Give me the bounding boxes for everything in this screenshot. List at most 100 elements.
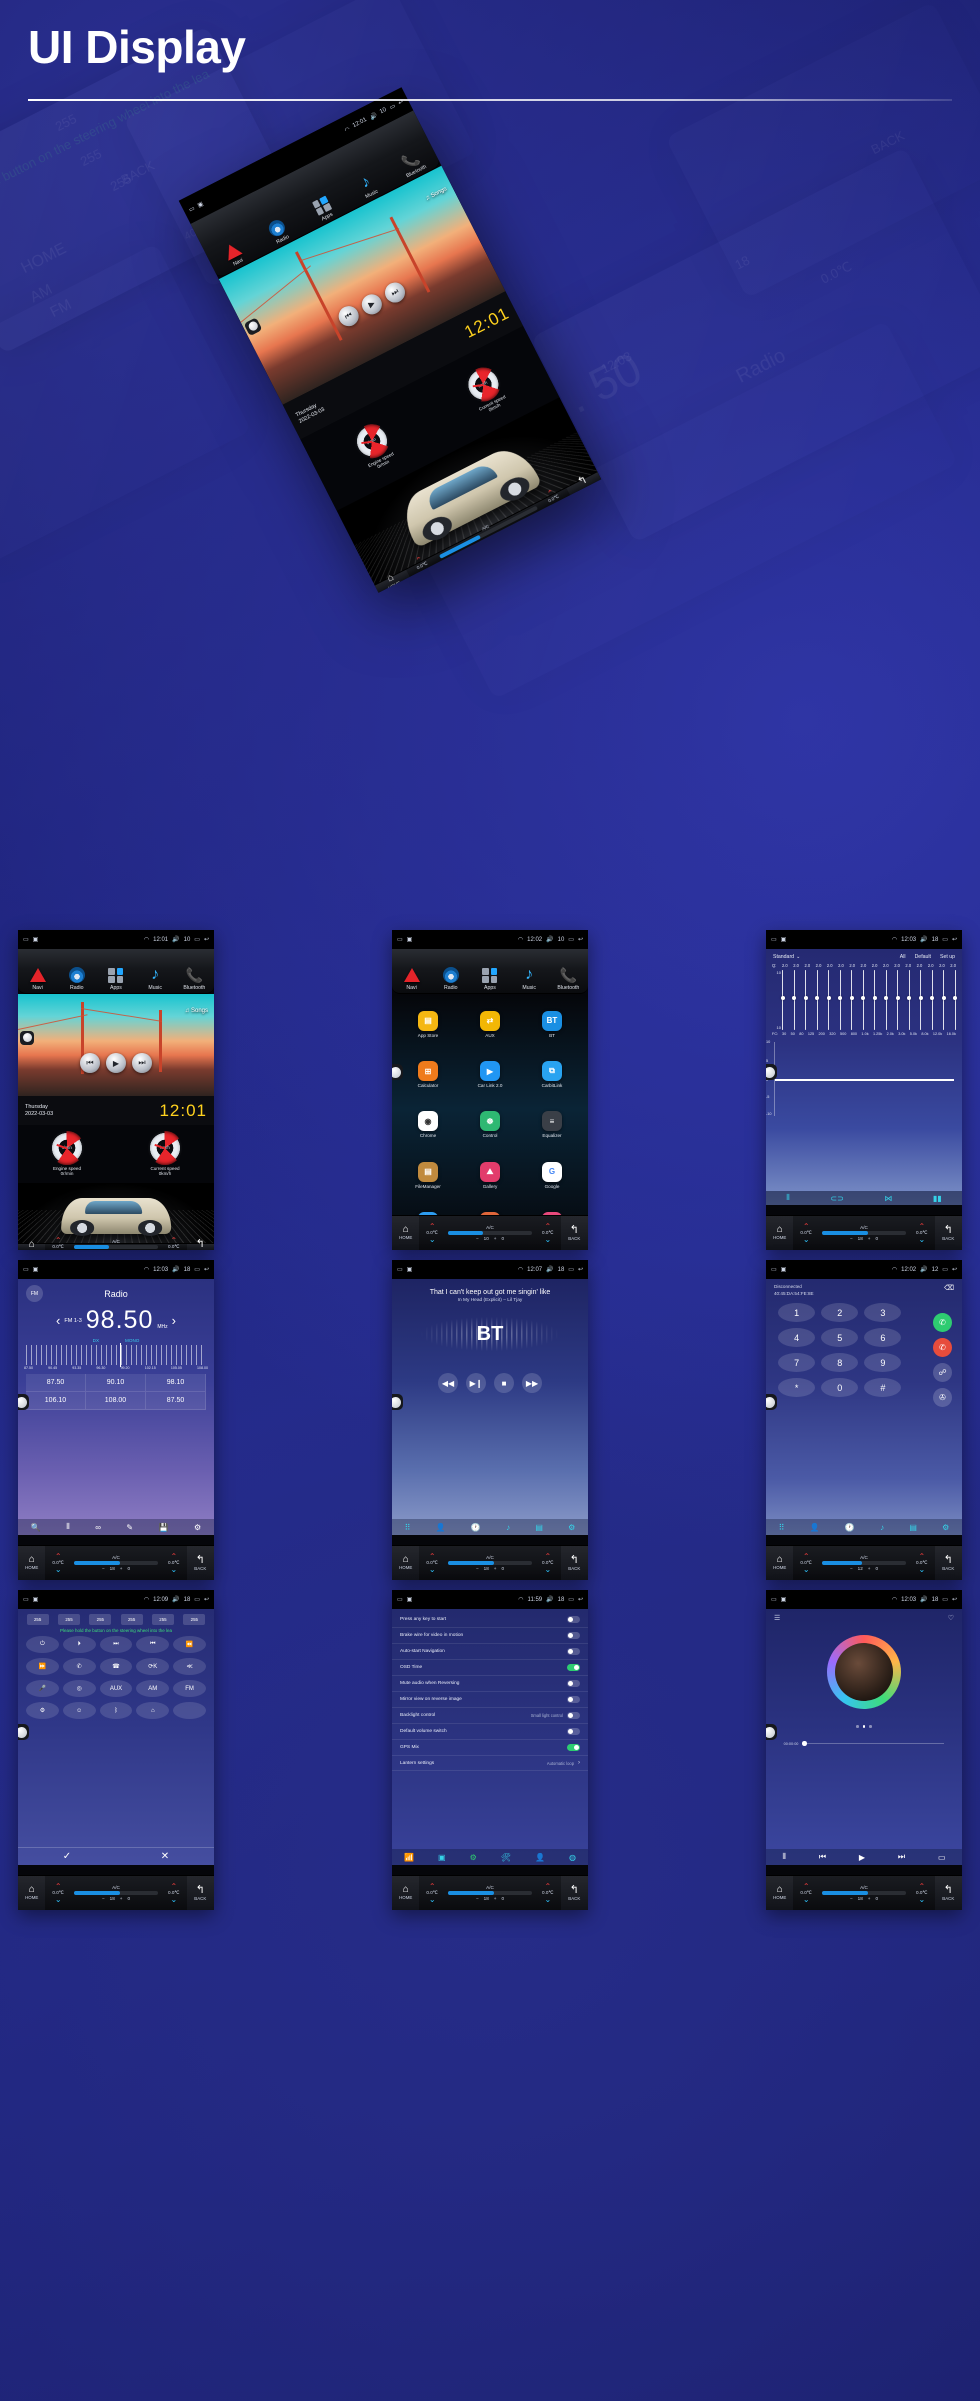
swc-key-mode[interactable]: ⟳K (136, 1658, 170, 1676)
left-temperature[interactable]: ⌃0.0℃⌄ (793, 1552, 818, 1573)
prev-button[interactable]: ⏮ (80, 1053, 100, 1074)
eq-slider[interactable] (826, 970, 831, 1031)
heart-icon[interactable]: ♡ (948, 1614, 954, 1622)
search-icon[interactable]: 🔍 (31, 1523, 41, 1532)
loop-icon[interactable]: ∞ (95, 1523, 101, 1532)
play-button[interactable]: ▶ (859, 1853, 865, 1862)
toggle-switch[interactable] (567, 1696, 580, 1704)
dial-key[interactable]: 1 (778, 1303, 816, 1323)
fan-control[interactable]: A/C −12 +0 (819, 1555, 909, 1571)
window-icon[interactable]: ▭ (942, 1596, 948, 1603)
left-rotary-knob[interactable] (18, 1724, 29, 1741)
contacts-icon[interactable]: 👤 (810, 1523, 820, 1532)
card-radio[interactable]: ▭ ▣ ◠ 12:03 🔊 18 ▭ ↩ FM Radio ‹ FM 1-3 98.50 M… (18, 1260, 214, 1580)
app-tile[interactable]: ▤ FileManager (398, 1151, 458, 1199)
car-audio-icon[interactable]: ⊂⊃ (830, 1194, 843, 1203)
mono-flag[interactable]: MONO (125, 1338, 139, 1343)
window-icon[interactable]: ▭ (942, 936, 948, 943)
window-icon[interactable]: ▭ (194, 1596, 200, 1603)
toggle-switch[interactable] (567, 1632, 580, 1640)
music-note-icon[interactable]: ♪ (880, 1523, 884, 1532)
dial-key[interactable]: # (864, 1378, 902, 1398)
swc-key-bluetooth[interactable]: ᛒ (99, 1702, 133, 1720)
back-button[interactable]: ↰BACK (934, 1215, 962, 1250)
nav-item-radio[interactable]: Radio (431, 967, 470, 991)
left-rotary-knob[interactable] (766, 1394, 777, 1411)
settings-gear-icon[interactable]: ⚙ (470, 1853, 477, 1862)
home-button[interactable]: ⌂HOME (392, 1545, 420, 1580)
home-button[interactable]: ⌂HOME (18, 1875, 46, 1910)
eq-preset-select[interactable]: Standard ⌄ (773, 954, 800, 960)
settings-row[interactable]: Backlight control Small light control (392, 1708, 588, 1725)
right-temperature[interactable]: ⌃0.0℃⌄ (161, 1552, 186, 1573)
dial-key[interactable]: 0 (821, 1378, 859, 1398)
eq-slider[interactable] (941, 970, 946, 1031)
swc-key-am[interactable]: AM (136, 1680, 170, 1698)
play-button[interactable]: ▶ (106, 1053, 126, 1074)
play-pause-button[interactable]: ▶❙ (466, 1373, 486, 1394)
eq-slider[interactable] (849, 970, 854, 1031)
window-icon[interactable]: ▭ (568, 1266, 574, 1273)
toggle-switch[interactable] (567, 1744, 580, 1752)
eq-default-button[interactable]: Default (915, 954, 931, 960)
prev-station-button[interactable]: ‹ (56, 1314, 60, 1327)
music-note-icon[interactable]: ♪ (506, 1523, 510, 1532)
toggle-switch[interactable] (567, 1712, 580, 1720)
eq-setup-button[interactable]: Set up (940, 954, 955, 960)
fan-control[interactable]: A/C −18 +0 (71, 1555, 161, 1571)
swc-key-band[interactable]: ◎ (62, 1680, 96, 1698)
next-station-button[interactable]: › (172, 1314, 176, 1327)
forward-button[interactable]: ▶▶ (522, 1373, 542, 1394)
swc-key-fm[interactable]: FM (173, 1680, 206, 1698)
right-temperature[interactable]: ⌃0.0℃⌄ (535, 1222, 560, 1243)
eq-all-button[interactable]: All (900, 954, 906, 960)
next-button[interactable]: ⏭ (898, 1852, 905, 1862)
preset-button[interactable]: 87.50 (26, 1374, 86, 1393)
back-button[interactable]: ↰BACK (186, 1875, 214, 1910)
swc-key-aux[interactable]: AUX (99, 1680, 133, 1698)
nav-item-navi[interactable]: Navi (392, 967, 431, 991)
left-temperature[interactable]: ⌃0.0℃⌄ (419, 1222, 444, 1243)
preset-button[interactable]: 87.50 (146, 1392, 206, 1411)
keypad-icon[interactable]: ▤ (909, 1523, 917, 1532)
stop-button[interactable]: ■ (494, 1373, 514, 1394)
fan-control[interactable]: A/C −18 +0 (71, 1885, 161, 1901)
home-button[interactable]: ⌂HOME (392, 1215, 420, 1250)
card-music-player[interactable]: ▭ ▣ ◠ 12:03 🔊 18 ▭ ↩ ☰ ♡ 00:00:00 ⦀ ⏮ ▶ ⏭ (766, 1590, 962, 1910)
recents-icon[interactable]: ▭ (397, 1596, 403, 1603)
left-temperature[interactable]: ⌃0.0℃⌄ (793, 1222, 818, 1243)
app-tile[interactable]: ☸ Control (460, 1101, 520, 1149)
recents-icon[interactable]: ▭ (397, 936, 403, 943)
settings-gear-icon[interactable]: ⚙ (568, 1523, 575, 1532)
clock-icon[interactable]: 🕐 (845, 1523, 855, 1532)
dial-key[interactable]: 8 (821, 1353, 859, 1373)
swc-key-voice[interactable]: 🎤 (26, 1680, 59, 1698)
home-button[interactable]: ⌂HOME (766, 1875, 794, 1910)
back-button[interactable]: ↰BACK (934, 1545, 962, 1580)
swc-key-seek[interactable]: ≪ (173, 1658, 206, 1676)
nav-item-radio[interactable]: Radio (57, 967, 96, 991)
swc-key-forward[interactable]: ⏩ (26, 1658, 59, 1676)
settings-row[interactable]: Auto-start Navigation (392, 1644, 588, 1661)
settings-gear-icon[interactable]: ⚙ (942, 1523, 949, 1532)
left-rotary-knob[interactable] (20, 1030, 34, 1045)
card-settings[interactable]: ▭ ▣ ◠ 11:59 🔊 18 ▭ ↩ Press any key to start Br… (392, 1590, 588, 1910)
eq-slider[interactable] (953, 970, 958, 1031)
settings-row[interactable]: Mirror view on reverse image (392, 1692, 588, 1709)
nav-item-music[interactable]: ♪ Music (510, 967, 549, 991)
frequency-scale[interactable] (26, 1343, 206, 1368)
back-icon[interactable]: ↩ (204, 1596, 209, 1603)
eq-slider[interactable] (803, 970, 808, 1031)
settings-row[interactable]: Default volume switch (392, 1724, 588, 1741)
recents-icon[interactable]: ▭ (23, 936, 29, 943)
left-rotary-knob[interactable] (392, 1064, 403, 1081)
save-icon[interactable]: 💾 (159, 1523, 169, 1532)
right-temperature[interactable]: ⌃0.0℃⌄ (909, 1222, 934, 1243)
swc-key-next[interactable]: ⏭ (99, 1636, 133, 1654)
app-tile[interactable]: ▶ Car Link 2.0 (460, 1050, 520, 1098)
swc-key-call[interactable]: ✆ (62, 1658, 96, 1676)
fan-control[interactable]: A/C−10+0 (445, 1225, 535, 1241)
back-icon[interactable]: ↩ (578, 936, 583, 943)
band-icon[interactable]: ⦀ (66, 1522, 70, 1532)
home-button[interactable]: ⌂HOME (392, 1875, 420, 1910)
